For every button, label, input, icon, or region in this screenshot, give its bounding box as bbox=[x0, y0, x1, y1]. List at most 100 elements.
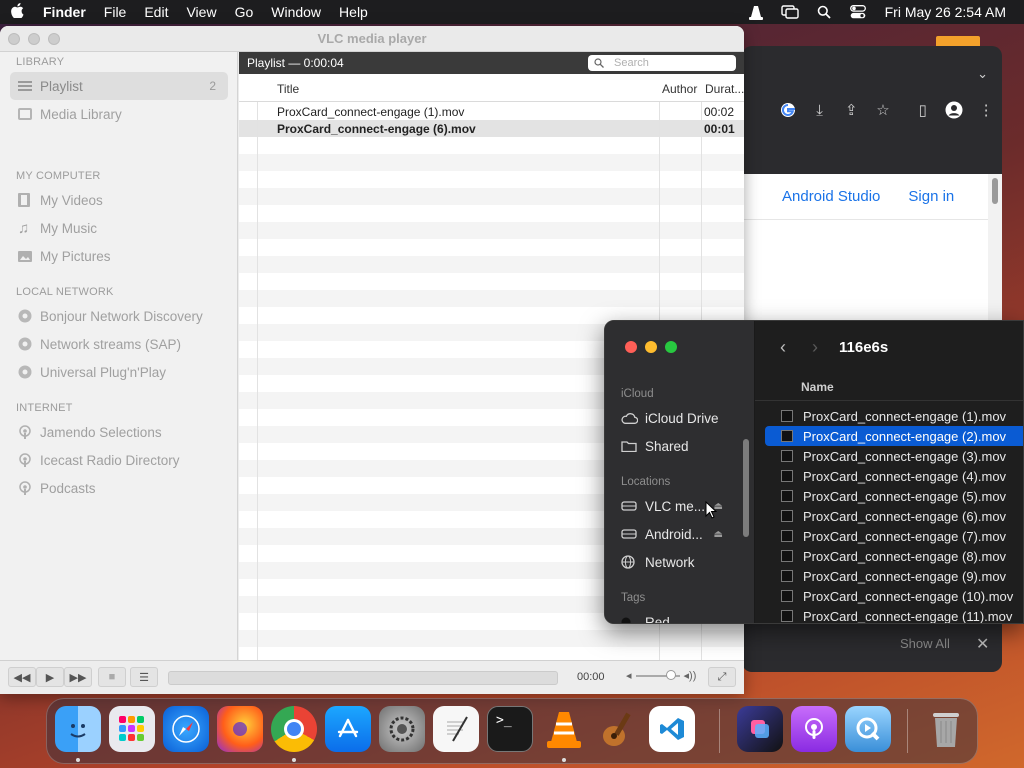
menu-clock[interactable]: Fri May 26 2:54 AM bbox=[875, 4, 1024, 20]
finder-content: ‹ › 116e6s Name ProxCard_connect-engage … bbox=[755, 321, 1023, 623]
fullscreen-icon[interactable]: ⤢ bbox=[708, 667, 736, 687]
column-title[interactable]: Title bbox=[277, 82, 299, 96]
column-duration[interactable]: Durat... bbox=[705, 82, 744, 96]
profile-icon[interactable] bbox=[939, 101, 971, 119]
back-chevron-icon[interactable]: ‹ bbox=[767, 337, 799, 358]
network-globe-icon bbox=[621, 555, 645, 569]
file-row[interactable]: ProxCard_connect-engage (10).mov bbox=[765, 586, 1023, 606]
firefox-icon[interactable] bbox=[217, 706, 263, 752]
rewind-button[interactable]: ◀◀ bbox=[8, 667, 36, 687]
file-row[interactable]: ProxCard_connect-engage (6).mov bbox=[765, 506, 1023, 526]
file-row[interactable]: ProxCard_connect-engage (1).mov bbox=[765, 406, 1023, 426]
menu-app-name[interactable]: Finder bbox=[34, 0, 95, 24]
file-row[interactable]: ProxCard_connect-engage (4).mov bbox=[765, 466, 1023, 486]
file-row[interactable]: ProxCard_connect-engage (5).mov bbox=[765, 486, 1023, 506]
apple-menu-icon[interactable] bbox=[0, 2, 34, 22]
trash-icon[interactable] bbox=[923, 706, 969, 752]
file-row[interactable]: ProxCard_connect-engage (11).mov bbox=[765, 606, 1023, 623]
system-settings-icon[interactable] bbox=[379, 706, 425, 752]
file-row[interactable]: ProxCard_connect-engage (7).mov bbox=[765, 526, 1023, 546]
file-row[interactable]: ProxCard_connect-engage (3).mov bbox=[765, 446, 1023, 466]
chevron-down-icon[interactable]: ⌄ bbox=[977, 66, 988, 82]
vlc-icon[interactable] bbox=[541, 706, 587, 752]
chrome-icon[interactable] bbox=[271, 706, 317, 752]
file-row[interactable]: ProxCard_connect-engage (8).mov bbox=[765, 546, 1023, 566]
menu-window[interactable]: Window bbox=[262, 0, 330, 24]
side-panel-icon[interactable]: ▯ bbox=[907, 101, 939, 119]
column-author[interactable]: Author bbox=[662, 82, 697, 96]
terminal-icon[interactable]: >_ bbox=[487, 706, 533, 752]
sidebar-item-my-music[interactable]: ♫ My Music bbox=[10, 214, 228, 242]
playlist-row-current[interactable]: ProxCard_connect-engage (6).mov 00:01 bbox=[239, 120, 744, 137]
safari-icon[interactable] bbox=[163, 706, 209, 752]
download-icon[interactable]: ⤓ bbox=[804, 102, 836, 119]
menu-view[interactable]: View bbox=[177, 0, 225, 24]
forward-chevron-icon[interactable]: › bbox=[799, 337, 831, 358]
sidebar-scrollbar[interactable] bbox=[743, 439, 749, 537]
control-center-icon[interactable] bbox=[841, 5, 875, 19]
garageband-icon[interactable] bbox=[595, 706, 641, 752]
menu-go[interactable]: Go bbox=[226, 0, 263, 24]
more-menu-icon[interactable]: ⋮ bbox=[970, 101, 1002, 119]
finder-icon[interactable] bbox=[55, 706, 101, 752]
quicktime-icon[interactable] bbox=[845, 706, 891, 752]
sidebar-item-icecast[interactable]: Icecast Radio Directory bbox=[10, 446, 228, 474]
seek-bar[interactable] bbox=[168, 671, 558, 685]
column-name-header[interactable]: Name bbox=[755, 373, 1023, 401]
share-icon[interactable]: ⇪ bbox=[835, 101, 867, 119]
close-icon[interactable]: ✕ bbox=[976, 634, 989, 654]
downloads-show-all[interactable]: Show All bbox=[900, 636, 950, 651]
podcasts-icon[interactable] bbox=[791, 706, 837, 752]
sidebar-item-jamendo[interactable]: Jamendo Selections bbox=[10, 418, 228, 446]
file-row[interactable]: ProxCard_connect-engage (2).mov bbox=[765, 426, 1023, 446]
menu-help[interactable]: Help bbox=[330, 0, 377, 24]
volume-slider[interactable] bbox=[635, 669, 680, 680]
stop-button[interactable]: ■ bbox=[98, 667, 126, 687]
sidebar-item-tag-red[interactable]: Red bbox=[621, 611, 745, 623]
shortcuts-icon[interactable] bbox=[737, 706, 783, 752]
zoom-window-button[interactable] bbox=[48, 33, 60, 45]
screen-mirroring-icon[interactable] bbox=[773, 5, 807, 19]
sign-in-link[interactable]: Sign in bbox=[908, 188, 954, 205]
eject-icon[interactable]: ⏏ bbox=[714, 529, 723, 540]
bookmark-star-icon[interactable]: ☆ bbox=[867, 101, 899, 119]
sidebar-item-sap[interactable]: Network streams (SAP) bbox=[10, 330, 228, 358]
sidebar-item-android-volume[interactable]: Android... ⏏ bbox=[621, 523, 745, 545]
textedit-icon[interactable] bbox=[433, 706, 479, 752]
zoom-window-button[interactable] bbox=[665, 341, 677, 353]
sidebar-item-playlist[interactable]: Playlist 2 bbox=[10, 72, 228, 100]
playlist-toggle-button[interactable]: ☰ bbox=[130, 667, 158, 687]
minimize-window-button[interactable] bbox=[645, 341, 657, 353]
sidebar-item-my-pictures[interactable]: My Pictures bbox=[10, 242, 228, 270]
sidebar-item-media-library[interactable]: Media Library bbox=[10, 100, 228, 128]
vlc-cone-icon[interactable] bbox=[739, 5, 773, 20]
sidebar-item-podcasts[interactable]: Podcasts bbox=[10, 474, 228, 502]
android-studio-link[interactable]: Android Studio bbox=[782, 188, 880, 205]
google-icon[interactable] bbox=[772, 102, 804, 118]
minimize-window-button[interactable] bbox=[28, 33, 40, 45]
sidebar-item-bonjour[interactable]: Bonjour Network Discovery bbox=[10, 302, 228, 330]
app-store-icon[interactable] bbox=[325, 706, 371, 752]
menu-file[interactable]: File bbox=[95, 0, 136, 24]
close-window-button[interactable] bbox=[625, 341, 637, 353]
sidebar-item-shared[interactable]: Shared bbox=[621, 435, 745, 457]
menu-edit[interactable]: Edit bbox=[135, 0, 177, 24]
launchpad-icon[interactable] bbox=[109, 706, 155, 752]
file-row[interactable]: ProxCard_connect-engage (9).mov bbox=[765, 566, 1023, 586]
sidebar-item-icloud-drive[interactable]: iCloud Drive bbox=[621, 407, 745, 429]
search-icon[interactable] bbox=[807, 5, 841, 19]
sidebar-item-upnp[interactable]: Universal Plug'n'Play bbox=[10, 358, 228, 386]
playlist-search-field[interactable]: Search bbox=[588, 55, 736, 71]
fast-forward-button[interactable]: ▶▶ bbox=[64, 667, 92, 687]
sidebar-item-network[interactable]: Network bbox=[621, 551, 745, 573]
playlist-header: Playlist — 0:00:04 Search bbox=[239, 52, 744, 74]
sidebar-item-my-videos[interactable]: My Videos bbox=[10, 186, 228, 214]
sidebar-item-label: Playlist bbox=[40, 78, 83, 94]
vscode-icon[interactable] bbox=[649, 706, 695, 752]
close-window-button[interactable] bbox=[8, 33, 20, 45]
play-button[interactable]: ▶ bbox=[36, 667, 64, 687]
sidebar-item-vlc-volume[interactable]: VLC me... ⏏ bbox=[621, 495, 745, 517]
volume-control[interactable]: ◂ ◂)) bbox=[626, 669, 696, 682]
volume-knob[interactable] bbox=[665, 669, 676, 680]
playlist-row[interactable]: ProxCard_connect-engage (1).mov 00:02 bbox=[239, 103, 744, 120]
